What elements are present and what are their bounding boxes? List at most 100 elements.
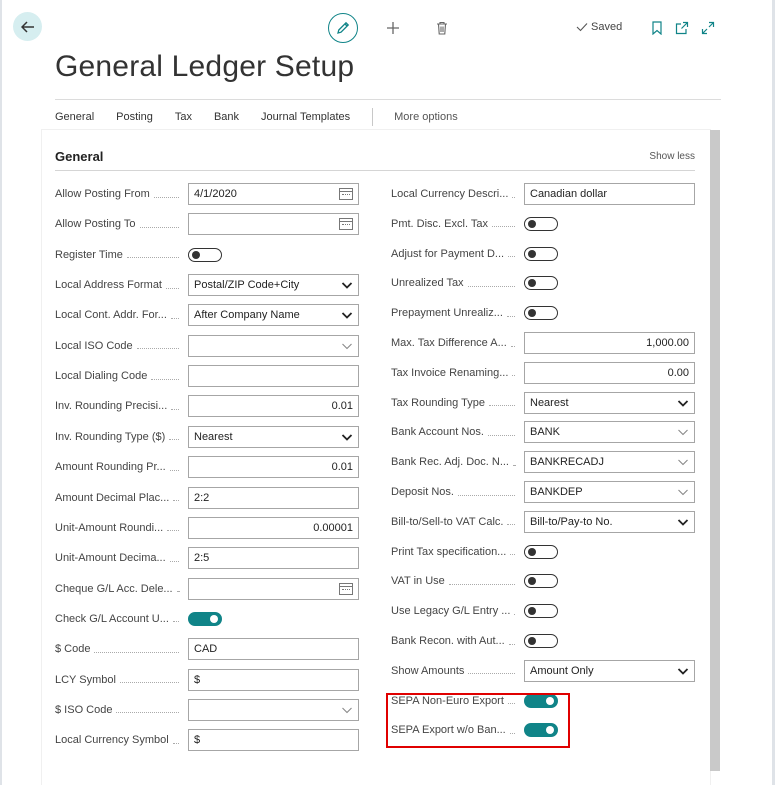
iso-code-input[interactable] bbox=[188, 698, 359, 721]
open-new-window-button[interactable] bbox=[674, 19, 690, 37]
field-label-row: Local Currency Symbol bbox=[55, 729, 183, 751]
scrollbar[interactable] bbox=[710, 130, 720, 771]
sepa-export-w-o-ban-toggle[interactable] bbox=[524, 723, 558, 738]
chevron-down-icon[interactable] bbox=[677, 397, 689, 409]
code-input[interactable]: CAD bbox=[188, 638, 359, 661]
field-label-row: Inv. Rounding Precisi... bbox=[55, 395, 183, 417]
bank-rec-adj-doc-n-input[interactable]: BANKRECADJ bbox=[524, 451, 695, 474]
unrealized-tax-toggle[interactable] bbox=[524, 276, 558, 291]
adjust-for-payment-d-label: Adjust for Payment D... bbox=[391, 247, 505, 260]
print-tax-specification-toggle[interactable] bbox=[524, 544, 558, 559]
tax-invoice-renaming-input[interactable]: 0.00 bbox=[524, 361, 695, 384]
pencil-icon bbox=[337, 21, 350, 34]
label-leader bbox=[468, 673, 515, 675]
tab-posting[interactable]: Posting bbox=[116, 111, 153, 123]
local-iso-code-input[interactable] bbox=[188, 334, 359, 357]
inv-rounding-type-select[interactable]: Nearest bbox=[188, 425, 359, 448]
adjust-for-payment-d-toggle[interactable] bbox=[524, 246, 558, 261]
label-leader bbox=[172, 621, 179, 623]
chevron-down-icon[interactable] bbox=[677, 665, 689, 677]
chevron-down-icon[interactable] bbox=[677, 426, 689, 438]
local-currency-descri-input[interactable]: Canadian dollar bbox=[524, 183, 695, 205]
chevron-down-icon[interactable] bbox=[341, 704, 353, 716]
prepayment-unrealiz-label: Prepayment Unrealiz... bbox=[391, 307, 503, 320]
show-less-button[interactable]: Show less bbox=[649, 151, 695, 162]
unit-amount-roundi-value: 0.00001 bbox=[313, 521, 353, 534]
field-label-row: Check G/L Account U... bbox=[55, 608, 183, 630]
chevron-down-icon[interactable] bbox=[341, 279, 353, 291]
bill-to-sell-to-vat-calc-select[interactable]: Bill-to/Pay-to No. bbox=[524, 510, 695, 533]
chevron-down-icon[interactable] bbox=[677, 486, 689, 498]
more-options-button[interactable]: More options bbox=[394, 111, 458, 123]
sepa-non-euro-export-toggle[interactable] bbox=[524, 693, 558, 708]
back-button[interactable] bbox=[13, 12, 42, 41]
field-label-row: Allow Posting From bbox=[55, 183, 183, 205]
field-label-row: Use Legacy G/L Entry ... bbox=[391, 600, 519, 622]
chevron-down-icon[interactable] bbox=[341, 309, 353, 321]
use-legacy-g-l-entry-toggle[interactable] bbox=[524, 604, 558, 619]
calendar-icon[interactable] bbox=[339, 582, 353, 595]
amount-rounding-pr-label: Amount Rounding Pr... bbox=[55, 461, 166, 474]
vat-in-use-label: VAT in Use bbox=[391, 575, 445, 588]
allow-posting-from-input[interactable]: 4/1/2020 bbox=[188, 183, 359, 205]
lcy-symbol-input[interactable]: $ bbox=[188, 668, 359, 691]
bookmark-button[interactable] bbox=[650, 19, 664, 37]
local-dialing-code-input[interactable] bbox=[188, 365, 359, 388]
chevron-down-icon[interactable] bbox=[341, 340, 353, 352]
register-time-toggle[interactable] bbox=[188, 247, 222, 262]
field-label-row: Amount Decimal Plac... bbox=[55, 487, 183, 509]
max-tax-difference-a-input[interactable]: 1,000.00 bbox=[524, 332, 695, 354]
pmt-disc-excl-tax-toggle[interactable] bbox=[524, 216, 558, 231]
local-cont-addr-for-select[interactable]: After Company Name bbox=[188, 304, 359, 327]
saved-label: Saved bbox=[591, 21, 623, 33]
vat-in-use-toggle[interactable] bbox=[524, 574, 558, 589]
label-leader bbox=[116, 712, 179, 714]
unit-amount-roundi-input[interactable]: 0.00001 bbox=[188, 516, 359, 539]
local-currency-symbol-input[interactable]: $ bbox=[188, 729, 359, 752]
chevron-down-icon[interactable] bbox=[677, 456, 689, 468]
expand-button[interactable] bbox=[700, 19, 716, 37]
label-leader bbox=[126, 257, 179, 259]
unit-amount-decima-input[interactable]: 2:5 bbox=[188, 547, 359, 570]
inv-rounding-precisi-input[interactable]: 0.01 bbox=[188, 395, 359, 418]
prepayment-unrealiz-toggle[interactable] bbox=[524, 306, 558, 321]
field-label-row: Max. Tax Difference A... bbox=[391, 332, 519, 354]
tab-tax[interactable]: Tax bbox=[175, 111, 192, 123]
cheque-g-l-acc-dele-input[interactable] bbox=[188, 577, 359, 600]
section-divider bbox=[55, 170, 695, 171]
delete-button[interactable] bbox=[434, 19, 450, 37]
tab-journal-templates[interactable]: Journal Templates bbox=[261, 111, 350, 123]
register-time-label: Register Time bbox=[55, 248, 123, 261]
calendar-icon[interactable] bbox=[339, 188, 353, 200]
new-button[interactable] bbox=[384, 19, 402, 37]
allow-posting-to-label: Allow Posting To bbox=[55, 218, 136, 231]
label-leader bbox=[167, 530, 179, 532]
calendar-icon[interactable] bbox=[339, 218, 353, 231]
allow-posting-to-input[interactable] bbox=[188, 213, 359, 236]
bank-recon-with-aut-toggle[interactable] bbox=[524, 634, 558, 648]
bill-to-sell-to-vat-calc-label: Bill-to/Sell-to VAT Calc. bbox=[391, 515, 504, 528]
tab-general[interactable]: General bbox=[55, 111, 94, 123]
amount-rounding-pr-input[interactable]: 0.01 bbox=[188, 456, 359, 479]
deposit-nos-input[interactable]: BANKDEP bbox=[524, 481, 695, 503]
plus-icon bbox=[387, 22, 399, 34]
inv-rounding-precisi-value: 0.01 bbox=[331, 400, 353, 413]
amount-rounding-pr-value: 0.01 bbox=[331, 461, 353, 474]
label-leader bbox=[166, 287, 179, 289]
edit-button[interactable] bbox=[328, 13, 358, 43]
sepa-export-w-o-ban-label: SEPA Export w/o Ban... bbox=[391, 724, 506, 737]
unit-amount-roundi-label: Unit-Amount Roundi... bbox=[55, 521, 164, 534]
amount-decimal-plac-input[interactable]: 2:2 bbox=[188, 486, 359, 509]
section-title: General bbox=[55, 149, 104, 164]
field-label-row: Bank Recon. with Aut... bbox=[391, 630, 519, 652]
toggle-knob bbox=[528, 219, 536, 228]
tabs-divider bbox=[55, 99, 721, 100]
show-amounts-select[interactable]: Amount Only bbox=[524, 659, 695, 682]
check-g-l-account-u-toggle[interactable] bbox=[188, 611, 222, 626]
chevron-down-icon[interactable] bbox=[677, 516, 689, 528]
bank-account-nos-input[interactable]: BANK bbox=[524, 421, 695, 444]
tax-rounding-type-select[interactable]: Nearest bbox=[524, 391, 695, 414]
local-address-format-select[interactable]: Postal/ZIP Code+City bbox=[188, 274, 359, 297]
tab-bank[interactable]: Bank bbox=[214, 111, 239, 123]
chevron-down-icon[interactable] bbox=[341, 431, 353, 443]
